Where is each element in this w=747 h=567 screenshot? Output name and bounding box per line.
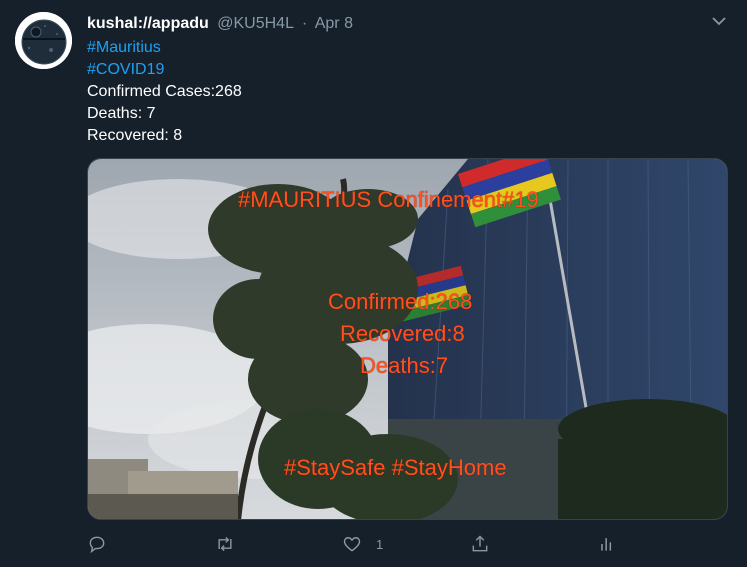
separator-dot: · — [301, 15, 308, 32]
user-handle[interactable]: @KU5H4L — [217, 15, 293, 32]
retweet-button[interactable] — [215, 532, 235, 556]
image-overlay-hashtags: #StaySafe #StayHome — [284, 455, 507, 480]
analytics-icon — [601, 538, 612, 551]
tweet-header: kushal://appadu @KU5H4L · Apr 8 — [87, 13, 353, 35]
avatar[interactable] — [15, 12, 72, 69]
tweet-image[interactable]: #MAURITIUS Confinement#19 Confirmed:268 … — [87, 158, 728, 520]
tweet-actions: 1 — [87, 532, 727, 556]
image-overlay-recovered: Recovered:8 — [340, 321, 465, 346]
tweet-date[interactable]: Apr 8 — [315, 15, 353, 32]
heart-icon — [343, 537, 361, 552]
image-overlay-confirmed: Confirmed:268 — [328, 289, 473, 314]
share-icon — [472, 535, 488, 552]
like-count: 1 — [376, 536, 384, 552]
recovered-text: Recovered: 8 — [87, 127, 183, 144]
display-name[interactable]: kushal://appadu — [87, 15, 209, 32]
reply-button[interactable] — [87, 532, 107, 556]
confirmed-cases-text: Confirmed Cases:268 — [87, 83, 242, 100]
tweet-text: #Mauritius #COVID19 Confirmed Cases:268 … — [87, 37, 242, 147]
chevron-down-icon[interactable] — [711, 13, 727, 29]
hashtag-mauritius[interactable]: #Mauritius — [87, 37, 242, 59]
analytics-button[interactable] — [597, 532, 617, 556]
hashtag-covid19[interactable]: #COVID19 — [87, 59, 242, 81]
tweet[interactable]: kushal://appadu @KU5H4L · Apr 8 #Mauriti… — [0, 0, 747, 567]
deaths-text: Deaths: 7 — [87, 105, 156, 122]
retweet-icon — [218, 536, 232, 552]
reply-icon — [89, 536, 105, 554]
share-button[interactable] — [470, 532, 490, 556]
image-overlay-deaths: Deaths:7 — [360, 353, 449, 378]
image-overlay-title: #MAURITIUS Confinement#19 — [238, 187, 539, 212]
death-star-avatar-icon — [15, 12, 72, 69]
like-button[interactable]: 1 — [342, 532, 383, 556]
